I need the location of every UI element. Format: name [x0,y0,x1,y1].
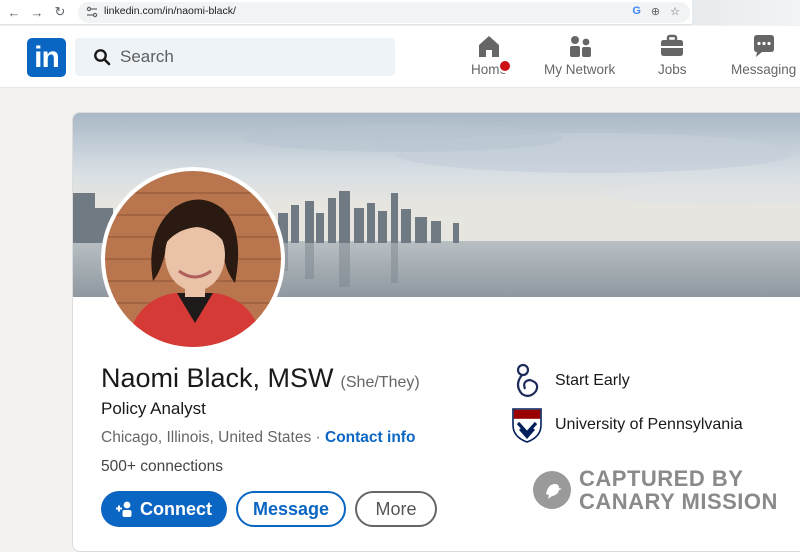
browser-toolbar: ← → ↻ linkedin.com/in/naomi-black/ G ⊕ ☆ [0,0,800,25]
profile-avatar-image [105,171,281,347]
start-early-logo [516,363,539,398]
browser-toolbar-extension-area [692,0,800,25]
briefcase-icon [661,34,684,56]
url-text[interactable]: linkedin.com/in/naomi-black/ [104,5,236,17]
search-icon [94,49,111,66]
network-icon [569,36,591,57]
profile-location-row: Chicago, Illinois, United States · Conta… [101,429,415,447]
arrow-right-icon[interactable]: → [28,3,46,21]
message-button[interactable]: Message [236,491,346,527]
message-icon [753,35,774,57]
profile-location: Chicago, Illinois, United States [101,429,312,446]
arrow-left-icon[interactable]: ← [5,3,23,21]
nav-jobs-label: Jobs [658,62,687,77]
connections-count: 500+ connections [101,458,223,475]
nav-my-network-label: My Network [544,62,616,77]
reload-icon[interactable]: ↻ [51,3,69,21]
profile-pronouns: (She/They) [340,374,420,391]
profile-card: Naomi Black, MSW (She/They) Policy Analy… [72,112,800,552]
contact-info-link[interactable]: Contact info [325,429,415,446]
more-button[interactable]: More [355,491,437,527]
zoom-icon[interactable]: ⊕ [651,5,660,18]
connect-label: Connect [140,498,212,519]
penn-shield-logo [512,408,542,443]
home-icon [479,36,499,57]
google-lens-icon[interactable]: G [632,5,641,18]
linkedin-header: in Home My Network Jobs [0,26,800,88]
watermark: CAPTURED BY CANARY MISSION [533,467,778,513]
profile-headline: Policy Analyst [101,399,206,418]
connect-button[interactable]: Connect [101,491,227,527]
search-input[interactable] [120,45,380,69]
experience-item-upenn[interactable]: University of Pennsylvania [509,407,743,443]
profile-name-row: Naomi Black, MSW (She/They) [101,363,420,394]
add-person-icon [116,501,132,517]
profile-photo[interactable] [101,167,285,351]
experience-name-start-early: Start Early [555,372,630,389]
search-box[interactable] [75,38,395,76]
nav-jobs[interactable]: Jobs [658,32,687,77]
canary-bird-icon [533,471,571,509]
experience-item-start-early[interactable]: Start Early [509,363,630,399]
experience-name-upenn: University of Pennsylvania [555,416,743,433]
separator-dot: · [315,429,321,446]
site-settings-icon[interactable] [86,6,98,18]
nav-messaging[interactable]: Messaging [731,32,796,77]
address-bar[interactable]: linkedin.com/in/naomi-black/ G ⊕ ☆ [78,2,690,23]
nav-my-network[interactable]: My Network [544,32,615,77]
watermark-line-1: CAPTURED BY [579,466,744,491]
profile-name: Naomi Black, MSW [101,363,334,393]
linkedin-logo[interactable]: in [27,38,66,77]
notification-badge [498,59,512,73]
bookmark-star-icon[interactable]: ☆ [670,5,680,18]
watermark-line-2: CANARY MISSION [579,489,778,514]
nav-messaging-label: Messaging [731,62,797,77]
